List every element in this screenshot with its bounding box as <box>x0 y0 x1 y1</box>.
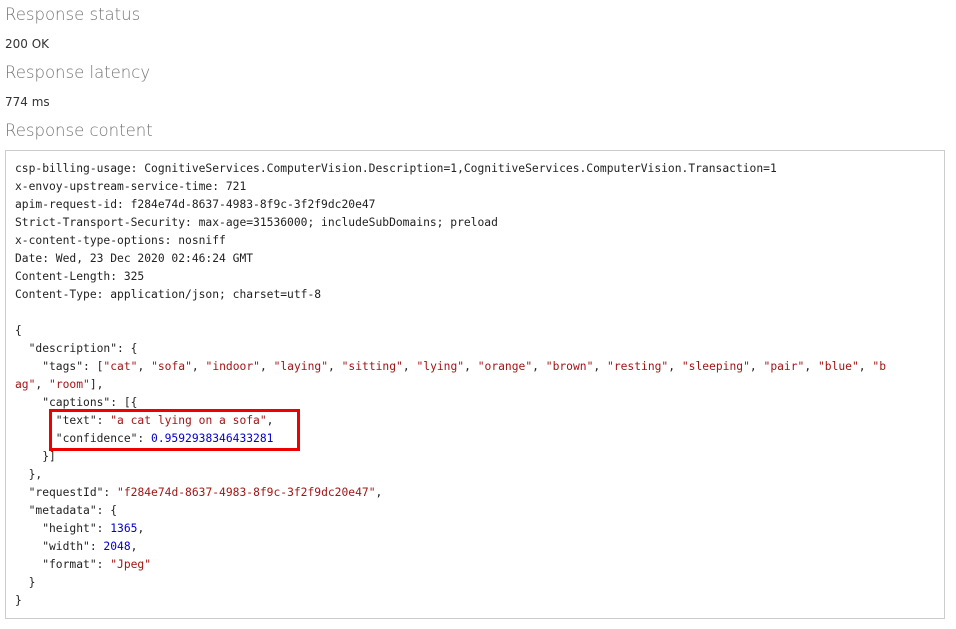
caption-confidence-value: 0.9592938346433281 <box>151 432 274 445</box>
tag-value: "sitting" <box>341 360 403 373</box>
tag-value: "blue" <box>817 360 859 373</box>
response-content-code: csp-billing-usage: CognitiveServices.Com… <box>15 162 887 607</box>
tag-value: "laying" <box>273 360 328 373</box>
tag-value: "orange" <box>477 360 533 373</box>
response-status-value: 200 OK <box>5 37 50 51</box>
header-line: x-envoy-upstream-service-time: 721 <box>15 180 247 193</box>
header-line: Date: Wed, 23 Dec 2020 02:46:24 GMT <box>15 252 254 265</box>
tag-value: "sofa" <box>151 360 192 373</box>
tag-value: "room" <box>49 378 90 391</box>
metadata-width-value: 2048 <box>103 540 131 553</box>
tag-value: "lying" <box>416 360 465 373</box>
header-line: x-content-type-options: nosniff <box>15 234 226 247</box>
request-id-value: "f284e74d-8637-4983-8f9c-3f2f9dc20e47" <box>117 486 376 499</box>
metadata-format-value: "Jpeg" <box>110 558 152 571</box>
header-line: Content-Type: application/json; charset=… <box>15 288 322 301</box>
response-latency-heading: Response latency <box>5 63 151 82</box>
tag-value: "pair" <box>763 360 805 373</box>
header-line: csp-billing-usage: CognitiveServices.Com… <box>15 162 777 175</box>
response-status-heading: Response status <box>5 5 141 24</box>
response-content-heading: Response content <box>5 121 153 140</box>
header-line: Strict-Transport-Security: max-age=31536… <box>15 216 498 229</box>
tag-value: "cat" <box>103 360 138 373</box>
tag-value: "resting" <box>607 360 669 373</box>
header-line: Content-Length: 325 <box>15 270 145 283</box>
metadata-height-value: 1365 <box>110 522 138 535</box>
response-content-panel: csp-billing-usage: CognitiveServices.Com… <box>5 150 945 619</box>
tag-value: "sleeping" <box>681 360 750 373</box>
tag-value: "brown" <box>545 360 594 373</box>
header-line: apim-request-id: f284e74d-8637-4983-8f9c… <box>15 198 376 211</box>
caption-text-value: "a cat lying on a sofa" <box>110 414 267 427</box>
tag-value: "indoor" <box>205 360 260 373</box>
response-latency-value: 774 ms <box>5 95 50 109</box>
